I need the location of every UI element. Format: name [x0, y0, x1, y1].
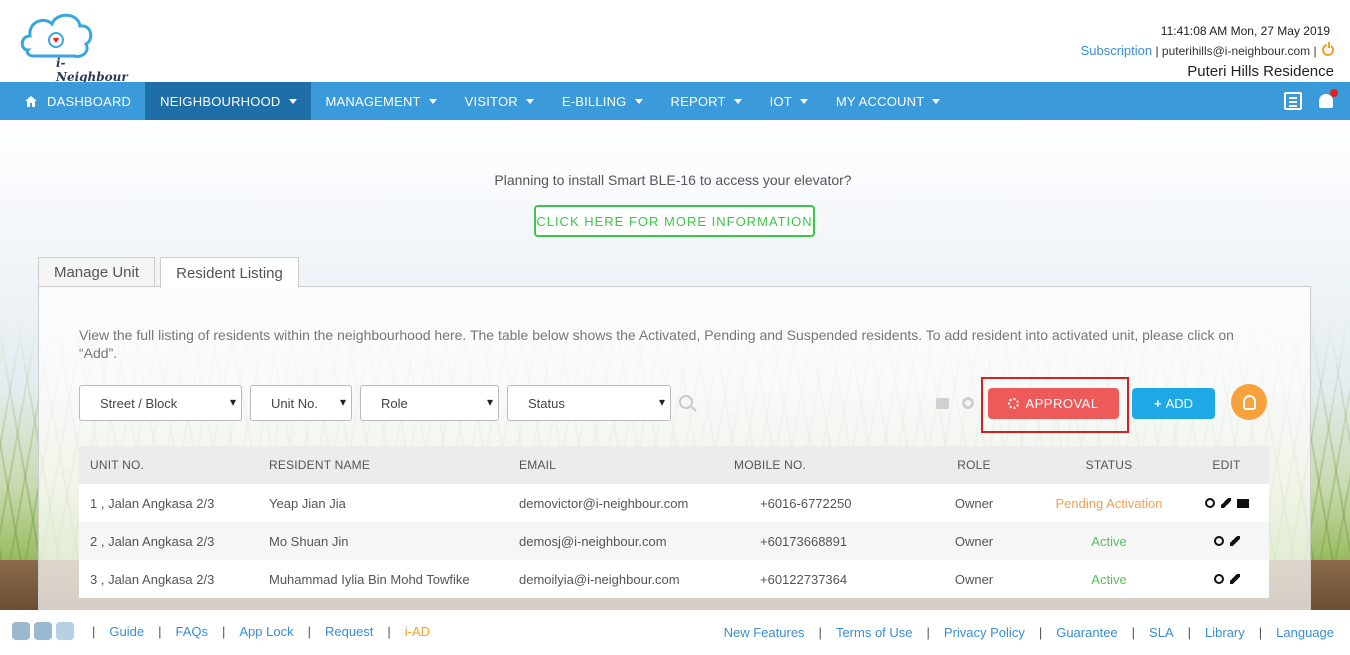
brand-logo[interactable]: i-Neighbour [20, 10, 130, 84]
android-icon[interactable] [12, 622, 30, 640]
footer-faqs-link[interactable]: FAQs [175, 624, 208, 639]
footer-app-lock-link[interactable]: App Lock [239, 624, 293, 639]
tab-resident-listing[interactable]: Resident Listing [160, 257, 299, 288]
web-icon[interactable] [56, 622, 74, 640]
footer-terms-link[interactable]: Terms of Use [836, 625, 913, 640]
list-icon[interactable] [1284, 92, 1302, 110]
footer-new-features-link[interactable]: New Features [724, 625, 805, 640]
nav-management[interactable]: MANAGEMENT [311, 82, 451, 120]
promo-text: Planning to install Smart BLE-16 to acce… [494, 172, 852, 188]
footer-guarantee-link[interactable]: Guarantee [1056, 625, 1117, 640]
role-select[interactable]: Role [360, 385, 499, 421]
logout-power-icon[interactable] [1322, 42, 1334, 56]
brand-name: i-Neighbour [56, 56, 128, 84]
header-info: 11:41:08 AM Mon, 27 May 2019 Subscriptio… [1080, 24, 1334, 80]
chevron-down-icon [288, 98, 297, 104]
status-badge: Active [1091, 571, 1127, 587]
status-select[interactable]: Status [507, 385, 671, 421]
view-icon[interactable] [1213, 536, 1224, 546]
subscription-link[interactable]: Subscription [1081, 43, 1153, 58]
notification-bell-icon[interactable] [1316, 89, 1338, 111]
datetime: 11:41:08 AM Mon, 27 May 2019 [1160, 24, 1330, 38]
edit-icon[interactable] [1229, 536, 1240, 546]
nav-dashboard[interactable]: DASHBOARD [0, 82, 145, 120]
view-icon[interactable] [1204, 498, 1215, 508]
lightbulb-icon[interactable] [1231, 384, 1267, 420]
table-header: UNIT NO. RESIDENT NAME EMAIL MOBILE NO. … [79, 446, 1269, 484]
chevron-down-icon [525, 98, 534, 104]
chevron-down-icon [799, 98, 808, 104]
table-row: 2 , Jalan Angkasa 2/3 Mo Shuan Jin demos… [79, 522, 1269, 560]
nav-iot[interactable]: IOT [756, 82, 822, 120]
plus-icon: + [1153, 396, 1162, 411]
home-icon [25, 95, 37, 107]
footer: | Guide | FAQs | App Lock | Request | i-… [0, 610, 1350, 655]
edit-icon[interactable] [1220, 498, 1231, 508]
more-info-button[interactable]: CLICK HERE FOR MORE INFORMATION [534, 205, 815, 237]
table-row: 1 , Jalan Angkasa 2/3 Yeap Jian Jia demo… [79, 484, 1269, 522]
footer-privacy-link[interactable]: Privacy Policy [944, 625, 1025, 640]
chevron-down-icon [634, 98, 643, 104]
edit-icon[interactable] [1229, 574, 1240, 584]
nav-my-account[interactable]: MY ACCOUNT [822, 82, 954, 120]
highlight-box [981, 377, 1129, 433]
header: i-Neighbour 11:41:08 AM Mon, 27 May 2019… [0, 0, 1350, 84]
footer-request-link[interactable]: Request [325, 624, 373, 639]
mail-icon[interactable] [1236, 499, 1249, 508]
street-block-select[interactable]: Street / Block [79, 385, 242, 421]
nav-visitor[interactable]: VISITOR [451, 82, 548, 120]
status-badge: Active [1091, 533, 1127, 549]
footer-guide-link[interactable]: Guide [109, 624, 144, 639]
apple-icon[interactable] [34, 622, 52, 640]
status-badge: Pending Activation [1055, 495, 1163, 511]
add-resident-button[interactable]: + ADD [1132, 388, 1215, 419]
page-description: View the full listing of residents withi… [79, 327, 1234, 361]
residence-name: Puteri Hills Residence [1187, 63, 1334, 80]
nav-ebilling[interactable]: E-BILLING [548, 82, 657, 120]
table-row: 3 , Jalan Angkasa 2/3 Muhammad Iylia Bin… [79, 560, 1269, 598]
view-icon[interactable] [1213, 574, 1224, 584]
footer-sla-link[interactable]: SLA [1149, 625, 1174, 640]
footer-library-link[interactable]: Library [1205, 625, 1245, 640]
nav-report[interactable]: REPORT [657, 82, 756, 120]
chevron-down-icon [733, 98, 742, 104]
chevron-down-icon [428, 98, 437, 104]
user-email: puterihills@i-neighbour.com [1161, 44, 1311, 58]
search-icon[interactable] [679, 395, 693, 409]
chevron-down-icon [932, 98, 941, 104]
unit-no-select[interactable]: Unit No. [250, 385, 352, 421]
print-icon[interactable] [936, 398, 949, 409]
footer-iad-link[interactable]: i-AD [405, 624, 430, 639]
resident-table: UNIT NO. RESIDENT NAME EMAIL MOBILE NO. … [79, 446, 1269, 610]
footer-language-link[interactable]: Language [1276, 625, 1334, 640]
main-nav: DASHBOARD NEIGHBOURHOOD MANAGEMENT VISIT… [0, 82, 1350, 120]
tab-manage-unit[interactable]: Manage Unit [38, 257, 155, 287]
nav-neighbourhood[interactable]: NEIGHBOURHOOD [145, 82, 311, 120]
gear-icon[interactable] [962, 397, 974, 409]
